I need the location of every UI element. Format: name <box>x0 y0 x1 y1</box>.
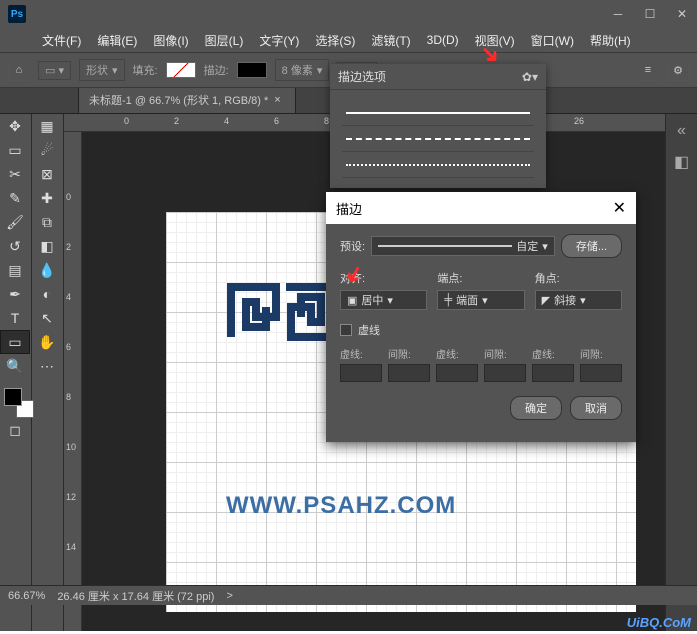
panel-icon-1[interactable]: ◧ <box>674 152 689 172</box>
stroke-preset-solid[interactable] <box>342 100 534 126</box>
align-dropdown[interactable]: ▣ 居中 ▾ <box>340 290 427 310</box>
status-caret-icon[interactable]: > <box>226 590 232 602</box>
eraser-tool[interactable]: ◧ <box>32 234 62 258</box>
pen-tool[interactable]: ✒ <box>0 282 30 306</box>
fill-swatch[interactable] <box>166 62 196 78</box>
eyedropper-tool[interactable]: ✎ <box>0 186 30 210</box>
minimize-button[interactable]: ─ <box>603 3 633 25</box>
options-gear-icon[interactable]: ⚙ <box>667 59 689 81</box>
frame-tool[interactable]: ⊠ <box>32 162 62 186</box>
gap-input-3[interactable] <box>580 364 622 382</box>
stroke-options-title: 描边选项 <box>338 68 386 85</box>
close-window-button[interactable]: ✕ <box>667 3 697 25</box>
align-icon[interactable]: ≡ <box>637 59 659 81</box>
color-swatches[interactable] <box>4 388 34 418</box>
menu-window[interactable]: 窗口(W) <box>525 30 580 51</box>
caps-label: 端点: <box>437 270 524 286</box>
canvas-watermark-text: WWW.PSAHZ.COM <box>226 492 456 520</box>
menu-filter[interactable]: 滤镜(T) <box>365 30 416 51</box>
corners-label: 角点: <box>535 270 622 286</box>
gradient-tool[interactable]: ▤ <box>0 258 30 282</box>
stroke-label: 描边: <box>204 62 229 78</box>
dodge-tool[interactable]: ◐ <box>32 282 62 306</box>
dash-input-3[interactable] <box>532 364 574 382</box>
history-brush-tool[interactable]: ↺ <box>0 234 30 258</box>
move-tool[interactable]: ✥ <box>0 114 30 138</box>
dash-input-1[interactable] <box>340 364 382 382</box>
toolbox-col1: ✥ ▭ ✂ ✎ 🖌 ↺ ▤ ✒ T ▭ 🔍 ◻ <box>0 114 32 631</box>
dashed-label: 虚线 <box>358 322 380 338</box>
toolbox-col2: ▦ ☄ ⊠ ✚ ⧉ ◧ 💧 ◐ ↖ ✋ ⋯ <box>32 114 64 631</box>
menu-bar: 文件(F) 编辑(E) 图像(I) 图层(L) 文字(Y) 选择(S) 滤镜(T… <box>0 28 697 52</box>
shape-pattern[interactable] <box>226 282 336 342</box>
stroke-swatch[interactable] <box>237 62 267 78</box>
stroke-dialog: 描边 ✕ 预设: 自定▾ 存储... 对齐: ▣ 居中 ▾ 端点: ╪ 端面 ▾ <box>326 192 636 442</box>
maximize-button[interactable]: ☐ <box>635 3 665 25</box>
save-preset-button[interactable]: 存储... <box>561 234 622 258</box>
gap-input-2[interactable] <box>484 364 526 382</box>
document-tab[interactable]: 未标题-1 @ 66.7% (形状 1, RGB/8) * × <box>78 86 296 113</box>
text-tool[interactable]: T <box>0 306 30 330</box>
preset-label: 预设: <box>340 238 365 254</box>
panel-gear-icon[interactable]: ✿▾ <box>522 70 538 84</box>
home-icon[interactable]: ⌂ <box>8 59 30 81</box>
tab-close-icon[interactable]: × <box>274 94 280 106</box>
menu-3d[interactable]: 3D(D) <box>421 31 465 49</box>
dialog-close-button[interactable]: ✕ <box>613 198 626 218</box>
menu-layer[interactable]: 图层(L) <box>199 30 250 51</box>
menu-edit[interactable]: 编辑(E) <box>91 30 143 51</box>
status-zoom[interactable]: 66.67% <box>8 590 45 602</box>
document-tab-title: 未标题-1 @ 66.7% (形状 1, RGB/8) * <box>89 92 268 108</box>
lasso-tool[interactable]: ☄ <box>32 138 62 162</box>
stroke-preset-dotted[interactable] <box>342 152 534 178</box>
healing-tool[interactable]: ✚ <box>32 186 62 210</box>
fill-label: 填充: <box>133 62 158 78</box>
dialog-title: 描边 <box>336 199 362 218</box>
preset-dropdown[interactable]: 自定▾ <box>371 236 555 256</box>
status-bar: 66.67% 26.46 厘米 x 17.64 厘米 (72 ppi) > <box>0 585 697 605</box>
ok-button[interactable]: 确定 <box>510 396 562 420</box>
stroke-options-panel: 描边选项 ✿▾ <box>330 64 546 188</box>
brush-tool[interactable]: 🖌 <box>0 210 30 234</box>
corners-dropdown[interactable]: ◤ 斜接 ▾ <box>535 290 622 310</box>
fg-color-swatch[interactable] <box>4 388 22 406</box>
menu-text[interactable]: 文字(Y) <box>253 30 305 51</box>
menu-image[interactable]: 图像(I) <box>147 30 194 51</box>
clone-tool[interactable]: ⧉ <box>32 210 62 234</box>
path-select-tool[interactable]: ↖ <box>32 306 62 330</box>
title-bar: Ps ─ ☐ ✕ <box>0 0 697 28</box>
hand-tool[interactable]: ✋ <box>32 330 62 354</box>
ps-logo: Ps <box>8 5 26 23</box>
tool-preset-dropdown[interactable]: ▭ ▾ <box>38 61 71 80</box>
menu-file[interactable]: 文件(F) <box>36 30 87 51</box>
cancel-button[interactable]: 取消 <box>570 396 622 420</box>
zoom-tool[interactable]: 🔍 <box>0 354 30 378</box>
crop-tool[interactable]: ✂ <box>0 162 30 186</box>
gap-input-1[interactable] <box>388 364 430 382</box>
right-panel-collapsed: « ◧ <box>665 114 697 631</box>
tool-more[interactable]: ⋯ <box>32 354 62 378</box>
dashed-checkbox[interactable] <box>340 324 352 336</box>
caps-dropdown[interactable]: ╪ 端面 ▾ <box>437 290 524 310</box>
rectangle-tool[interactable]: ▭ <box>0 330 30 354</box>
stroke-preset-dashed[interactable] <box>342 126 534 152</box>
status-dimensions: 26.46 厘米 x 17.64 厘米 (72 ppi) <box>57 588 214 604</box>
stroke-width-dropdown[interactable]: 8 像素 ▾ <box>275 59 330 81</box>
expand-panels-icon[interactable]: « <box>677 122 686 140</box>
page-watermark: UiBQ.CoM <box>627 615 691 630</box>
quick-mask-icon[interactable]: ◻ <box>0 418 30 442</box>
dash-input-2[interactable] <box>436 364 478 382</box>
ruler-vertical: 0 2 4 6 8 10 12 14 16 <box>64 132 82 631</box>
menu-help[interactable]: 帮助(H) <box>584 30 637 51</box>
blur-tool[interactable]: 💧 <box>32 258 62 282</box>
menu-select[interactable]: 选择(S) <box>309 30 361 51</box>
marquee-tool[interactable]: ▭ <box>0 138 30 162</box>
shape-mode-dropdown[interactable]: 形状 ▾ <box>79 59 125 81</box>
artboard-tool[interactable]: ▦ <box>32 114 62 138</box>
